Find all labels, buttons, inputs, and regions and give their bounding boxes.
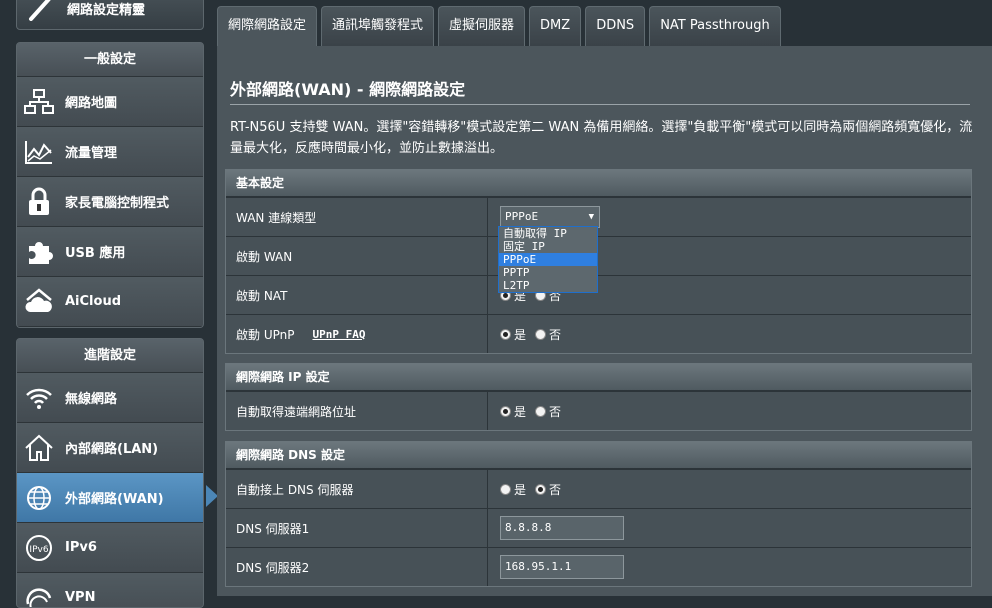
dns1-row: DNS 伺服器1 8.8.8.8 — [226, 508, 971, 547]
radio-label: 否 — [549, 403, 561, 420]
section-title: 基本設定 — [226, 170, 971, 197]
wan-type-select[interactable]: PPPoE ▼ — [500, 206, 600, 228]
section-title: 網際網路 DNS 設定 — [226, 442, 971, 469]
vpn-icon — [23, 582, 55, 608]
page-description: RT-N56U 支持雙 WAN。選擇"容錯轉移"模式設定第二 WAN 為備用網絡… — [230, 117, 975, 159]
auto-dns-yes-radio[interactable] — [500, 484, 511, 495]
sidebar-item-wan[interactable]: 外部網路(WAN) — [17, 473, 203, 523]
advanced-settings-group: 進階設定 無線網路 內部網路(LAN) 外部網路(WAN) IPv6 IPv6 — [16, 338, 204, 608]
radio-label: 否 — [549, 481, 561, 498]
sidebar-item-label: USB 應用 — [65, 242, 125, 261]
sidebar-item-wireless[interactable]: 無線網路 — [17, 373, 203, 423]
dns2-label: DNS 伺服器2 — [226, 548, 488, 586]
traffic-icon — [23, 136, 55, 168]
enable-nat-row: 啟動 NAT 是 否 — [226, 275, 971, 314]
sidebar-item-label: VPN — [65, 590, 95, 605]
dropdown-option[interactable]: PPTP — [499, 266, 597, 279]
select-value: PPPoE — [505, 210, 538, 223]
sidebar-item-vpn[interactable]: VPN — [17, 573, 203, 608]
wan-type-label: WAN 連線類型 — [226, 198, 488, 236]
radio-label: 否 — [549, 326, 561, 343]
wand-icon — [27, 0, 55, 21]
tab-internet-connection[interactable]: 網際網路設定 — [217, 6, 317, 46]
dns1-input[interactable]: 8.8.8.8 — [500, 516, 624, 540]
group-title: 一般設定 — [17, 43, 203, 77]
ipv6-icon: IPv6 — [23, 532, 55, 564]
auto-dns-no-radio[interactable] — [535, 484, 546, 495]
sidebar-item-label: 內部網路(LAN) — [65, 438, 158, 457]
svg-text:IPv6: IPv6 — [29, 545, 48, 555]
main-panel: 外部網路(WAN) - 網際網路設定 RT-N56U 支持雙 WAN。選擇"容錯… — [217, 46, 992, 596]
wifi-icon — [23, 382, 55, 414]
auto-dns-row: 自動接上 DNS 伺服器 是 否 — [226, 469, 971, 508]
puzzle-icon — [23, 236, 55, 268]
auto-dns-label: 自動接上 DNS 伺服器 — [226, 470, 488, 508]
dropdown-option[interactable]: 固定 IP — [499, 240, 597, 253]
sidebar-item-ipv6[interactable]: IPv6 IPv6 — [17, 523, 203, 573]
radio-label: 是 — [514, 326, 526, 343]
enable-upnp-yes-radio[interactable] — [500, 329, 511, 340]
enable-wan-label: 啟動 WAN — [226, 237, 488, 275]
sidebar-item-label: 家長電腦控制程式 — [65, 192, 169, 211]
dns2-row: DNS 伺服器2 168.95.1.1 — [226, 547, 971, 586]
lock-icon — [23, 186, 55, 218]
basic-config-section: 基本設定 WAN 連線類型 PPPoE ▼ 啟動 WAN 是 否 啟動 NAT … — [225, 169, 972, 354]
wan-type-dropdown-list: 自動取得 IP 固定 IP PPPoE PPTP L2TP — [498, 226, 598, 293]
sidebar-item-label: 外部網路(WAN) — [65, 488, 164, 507]
sidebar: 網路設定精靈 一般設定 網路地圖 流量管理 家長電腦控制程式 USB 應用 — [16, 0, 206, 596]
enable-wan-row: 啟動 WAN 是 否 — [226, 236, 971, 275]
tab-nat-passthrough[interactable]: NAT Passthrough — [649, 6, 781, 46]
auto-ip-label: 自動取得遠端網路位址 — [226, 392, 488, 430]
sidebar-item-label: 流量管理 — [65, 142, 117, 161]
dns2-input[interactable]: 168.95.1.1 — [500, 555, 624, 579]
dropdown-option[interactable]: L2TP — [499, 279, 597, 292]
auto-ip-no-radio[interactable] — [535, 406, 546, 417]
section-title: 網際網路 IP 設定 — [226, 364, 971, 391]
network-map-icon — [23, 86, 55, 118]
sidebar-item-lan[interactable]: 內部網路(LAN) — [17, 423, 203, 473]
sidebar-item-label: 網路地圖 — [65, 92, 117, 111]
sidebar-item-label: 無線網路 — [65, 388, 117, 407]
page-title: 外部網路(WAN) - 網際網路設定 — [230, 76, 465, 100]
sidebar-item-aicloud[interactable]: AiCloud — [17, 277, 203, 327]
radio-label: 是 — [514, 481, 526, 498]
enable-upnp-row: 啟動 UPnP UPnP FAQ 是 否 — [226, 314, 971, 353]
dropdown-option-selected[interactable]: PPPoE — [499, 253, 597, 266]
group-title: 進階設定 — [17, 339, 203, 373]
enable-upnp-label: 啟動 UPnP — [236, 326, 294, 343]
sidebar-item-usb-application[interactable]: USB 應用 — [17, 227, 203, 277]
general-settings-group: 一般設定 網路地圖 流量管理 家長電腦控制程式 USB 應用 — [16, 42, 204, 328]
auto-ip-row: 自動取得遠端網路位址 是 否 — [226, 391, 971, 430]
sidebar-item-label: AiCloud — [65, 294, 121, 309]
sidebar-item-network-map[interactable]: 網路地圖 — [17, 77, 203, 127]
wan-dns-section: 網際網路 DNS 設定 自動接上 DNS 伺服器 是 否 DNS 伺服器1 8.… — [225, 441, 972, 587]
chevron-down-icon: ▼ — [589, 207, 594, 227]
dropdown-option[interactable]: 自動取得 IP — [499, 227, 597, 240]
sidebar-item-label: 網路設定精靈 — [67, 0, 145, 18]
tab-ddns[interactable]: DDNS — [585, 6, 645, 46]
radio-label: 是 — [514, 403, 526, 420]
sidebar-item-parental-control[interactable]: 家長電腦控制程式 — [17, 177, 203, 227]
auto-ip-yes-radio[interactable] — [500, 406, 511, 417]
upnp-faq-link[interactable]: UPnP FAQ — [312, 328, 365, 341]
cloud-icon — [23, 286, 55, 318]
globe-icon — [23, 482, 55, 514]
sidebar-item-label: IPv6 — [65, 540, 97, 555]
sidebar-item-setup-wizard[interactable]: 網路設定精靈 — [16, 0, 204, 30]
tab-dmz[interactable]: DMZ — [529, 6, 581, 46]
wan-type-row: WAN 連線類型 PPPoE ▼ — [226, 197, 971, 236]
home-icon — [23, 432, 55, 464]
dns1-label: DNS 伺服器1 — [226, 509, 488, 547]
enable-upnp-no-radio[interactable] — [535, 329, 546, 340]
tab-bar: 網際網路設定 通訊埠觸發程式 虛擬伺服器 DMZ DDNS NAT Passth… — [217, 6, 785, 46]
tab-port-trigger[interactable]: 通訊埠觸發程式 — [321, 6, 434, 46]
wan-ip-section: 網際網路 IP 設定 自動取得遠端網路位址 是 否 — [225, 363, 972, 431]
enable-nat-label: 啟動 NAT — [226, 276, 488, 314]
tab-virtual-server[interactable]: 虛擬伺服器 — [438, 6, 525, 46]
sidebar-item-traffic-manager[interactable]: 流量管理 — [17, 127, 203, 177]
divider — [230, 104, 970, 105]
